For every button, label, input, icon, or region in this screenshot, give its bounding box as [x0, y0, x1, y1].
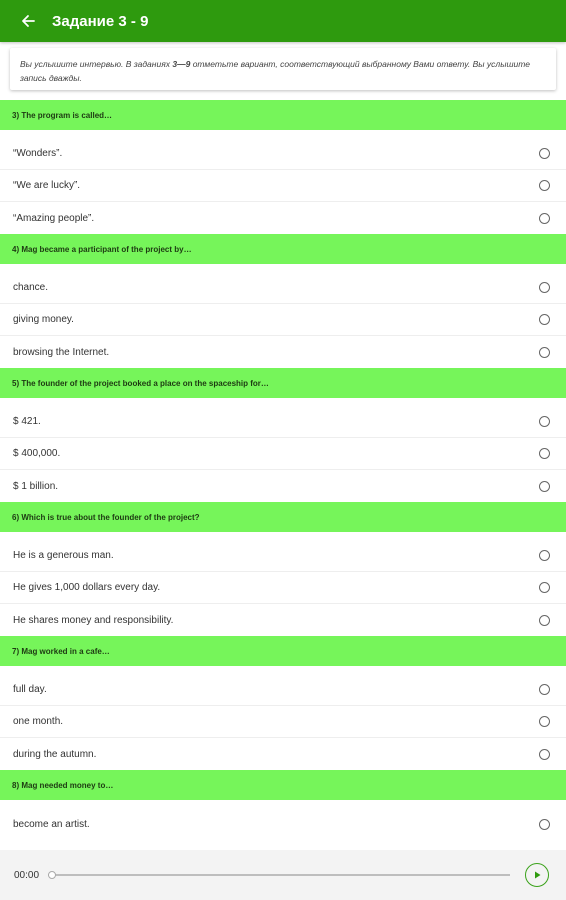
answer-option[interactable]: $ 421.	[0, 406, 566, 438]
radio-button[interactable]	[539, 148, 550, 159]
question-list: 3) The program is called… “Wonders”. “We a…	[0, 100, 566, 840]
answer-label: “We are lucky”.	[13, 180, 81, 191]
radio-button[interactable]	[539, 550, 550, 561]
radio-button[interactable]	[539, 212, 550, 224]
question-block: 8) Mag needed money to… become an artist.	[0, 770, 566, 840]
app-bar: Задание 3 - 9	[0, 0, 566, 42]
radio-button[interactable]	[539, 684, 550, 695]
answer-label: become an artist.	[13, 818, 90, 830]
answer-option[interactable]: full day.	[0, 674, 566, 706]
answer-label: chance.	[13, 282, 49, 293]
radio-button[interactable]	[539, 416, 550, 427]
answer-option[interactable]: become an artist.	[0, 808, 566, 840]
question-header: 3) The program is called…	[0, 100, 566, 130]
question-block: 3) The program is called… “Wonders”. “We a…	[0, 100, 566, 234]
question-header: 8) Mag needed money to…	[0, 770, 566, 800]
radio-button[interactable]	[539, 346, 550, 358]
radio-button[interactable]	[539, 314, 550, 325]
answer-label: $ 1 billion.	[13, 480, 59, 492]
radio-button[interactable]	[539, 480, 550, 492]
answer-option[interactable]: “Amazing people”.	[0, 202, 566, 234]
answer-label: He shares money and responsibility.	[13, 614, 174, 626]
answer-label: “Amazing people”.	[13, 212, 95, 224]
answer-option[interactable]: He shares money and responsibility.	[0, 604, 566, 636]
answer-option[interactable]: during the autumn.	[0, 738, 566, 770]
radio-button[interactable]	[539, 614, 550, 626]
answer-option[interactable]: giving money.	[0, 304, 566, 336]
answer-option[interactable]: He is a generous man.	[0, 540, 566, 572]
answer-option[interactable]: He gives 1,000 dollars every day.	[0, 572, 566, 604]
answer-option[interactable]: $ 400,000.	[0, 438, 566, 470]
answer-option[interactable]: browsing the Internet.	[0, 336, 566, 368]
answer-label: He gives 1,000 dollars every day.	[13, 582, 161, 593]
arrow-back-icon	[22, 15, 35, 27]
answer-option[interactable]: “Wonders”.	[0, 138, 566, 170]
question-block: 6) Which is true about the founder of th…	[0, 502, 566, 636]
radio-button[interactable]	[539, 748, 550, 760]
answer-label: one month.	[13, 716, 64, 727]
answer-option[interactable]: chance.	[0, 272, 566, 304]
instruction-text-1: Вы услышите интервью. В заданиях	[20, 59, 173, 69]
answer-label: He is a generous man.	[13, 550, 114, 561]
answer-label: during the autumn.	[13, 748, 97, 760]
answer-label: “Wonders”.	[13, 148, 63, 159]
content-scroll[interactable]: Вы услышите интервью. В заданиях 3—9 отм…	[0, 42, 566, 850]
radio-button[interactable]	[539, 716, 550, 727]
answer-label: $ 421.	[13, 416, 41, 427]
radio-button[interactable]	[539, 180, 550, 191]
question-header: 7) Mag worked in a cafe…	[0, 636, 566, 666]
question-header: 4) Mag became a participant of the proje…	[0, 234, 566, 264]
answer-label: browsing the Internet.	[13, 346, 110, 358]
answer-option[interactable]: $ 1 billion.	[0, 470, 566, 502]
question-block: 4) Mag became a participant of the proje…	[0, 234, 566, 368]
time-label: 00:00	[14, 869, 40, 881]
answer-option[interactable]: one month.	[0, 706, 566, 738]
answer-option[interactable]: “We are lucky”.	[0, 170, 566, 202]
radio-button[interactable]	[539, 582, 550, 593]
question-header: 6) Which is true about the founder of th…	[0, 502, 566, 532]
play-icon	[535, 871, 541, 879]
question-block: 7) Mag worked in a cafe… full day. one mon…	[0, 636, 566, 770]
seek-bar[interactable]	[48, 871, 510, 879]
seek-thumb[interactable]	[48, 871, 56, 879]
page-title: Задание 3 - 9	[52, 12, 149, 30]
play-button[interactable]	[525, 863, 549, 887]
answer-label: giving money.	[13, 314, 74, 325]
answer-label: full day.	[13, 684, 47, 695]
back-button[interactable]	[10, 0, 46, 42]
question-block: 5) The founder of the project booked a p…	[0, 368, 566, 502]
radio-button[interactable]	[539, 448, 550, 459]
answer-label: $ 400,000.	[13, 448, 61, 459]
instruction-range: 3—9	[172, 59, 191, 69]
radio-button[interactable]	[539, 818, 550, 830]
instruction-card: Вы услышите интервью. В заданиях 3—9 отм…	[10, 48, 556, 90]
question-header: 5) The founder of the project booked a p…	[0, 368, 566, 398]
radio-button[interactable]	[539, 282, 550, 293]
audio-player: 00:00	[0, 850, 566, 900]
